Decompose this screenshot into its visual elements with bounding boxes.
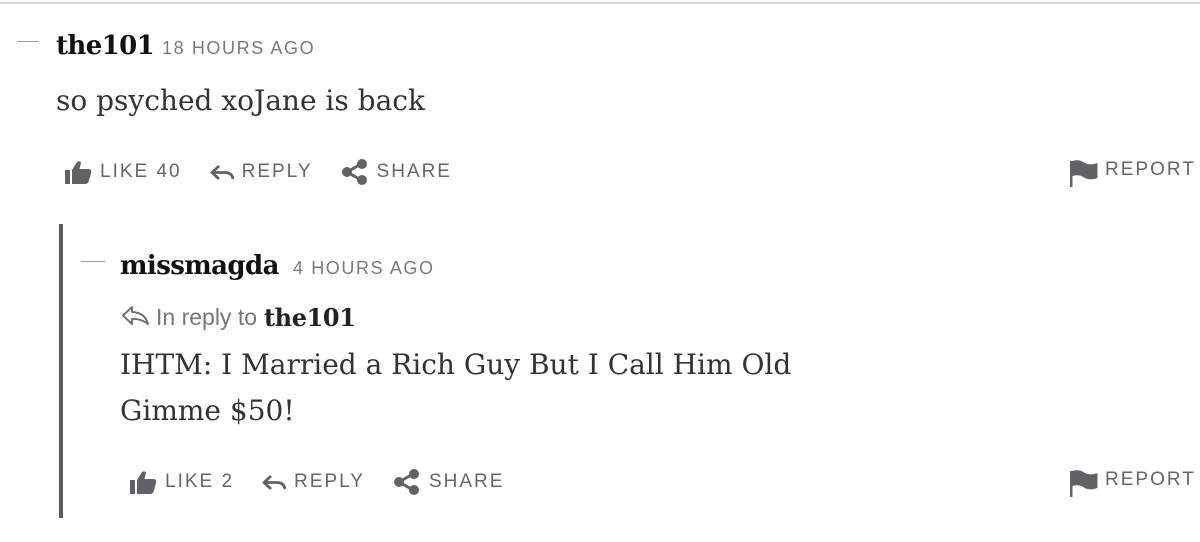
comment-timestamp: 18 HOURS AGO — [162, 38, 316, 58]
reply-button[interactable]: REPLY — [262, 471, 365, 493]
flag-icon — [1069, 159, 1099, 192]
share-button[interactable]: SHARE — [393, 469, 504, 495]
share-icon — [393, 469, 421, 495]
like-label: LIKE 2 — [165, 471, 235, 492]
thumbs-up-icon — [64, 160, 92, 184]
comment-author[interactable]: the101 — [56, 31, 155, 61]
comment-body: IHTM: I Married a Rich Guy But I Call Hi… — [120, 342, 791, 434]
like-button[interactable]: LIKE 40 — [64, 160, 182, 184]
comment-body: so psyched xoJane is back — [56, 84, 425, 117]
reply-thread-bar — [59, 224, 63, 518]
share-icon — [341, 159, 369, 185]
report-label: REPORT — [1105, 469, 1196, 490]
reply-label: REPLY — [241, 161, 313, 182]
collapse-toggle[interactable] — [81, 261, 105, 262]
comment-body-line: IHTM: I Married a Rich Guy But I Call Hi… — [120, 348, 792, 381]
reply-arrow-icon — [262, 472, 287, 492]
top-divider — [0, 2, 1200, 4]
reply-outline-icon — [120, 304, 150, 331]
in-reply-to-author[interactable]: the101 — [264, 303, 356, 332]
comment-actions: LIKE 2 REPLY SHARE — [129, 469, 532, 495]
reply-button[interactable]: REPLY — [210, 161, 313, 183]
share-button[interactable]: SHARE — [341, 159, 452, 185]
thumbs-up-icon — [129, 470, 157, 494]
in-reply-to: In reply to the101 — [120, 303, 356, 332]
collapse-toggle[interactable] — [17, 41, 39, 42]
comment-timestamp: 4 HOURS AGO — [293, 258, 435, 278]
share-label: SHARE — [428, 471, 505, 492]
reply-label: REPLY — [294, 471, 365, 492]
comment-body-line: Gimme $50! — [120, 394, 295, 427]
report-button[interactable]: REPORT — [1069, 159, 1196, 192]
flag-icon — [1069, 469, 1099, 502]
reply-arrow-icon — [210, 162, 234, 182]
in-reply-to-label: In reply to — [156, 304, 257, 330]
like-button[interactable]: LIKE 2 — [129, 470, 234, 494]
comment-author[interactable]: missmagda — [120, 251, 279, 281]
share-label: SHARE — [376, 161, 452, 182]
comment-actions: LIKE 40 REPLY SHARE — [64, 159, 480, 185]
report-label: REPORT — [1105, 159, 1196, 180]
like-label: LIKE 40 — [100, 161, 182, 182]
report-button[interactable]: REPORT — [1069, 469, 1196, 502]
